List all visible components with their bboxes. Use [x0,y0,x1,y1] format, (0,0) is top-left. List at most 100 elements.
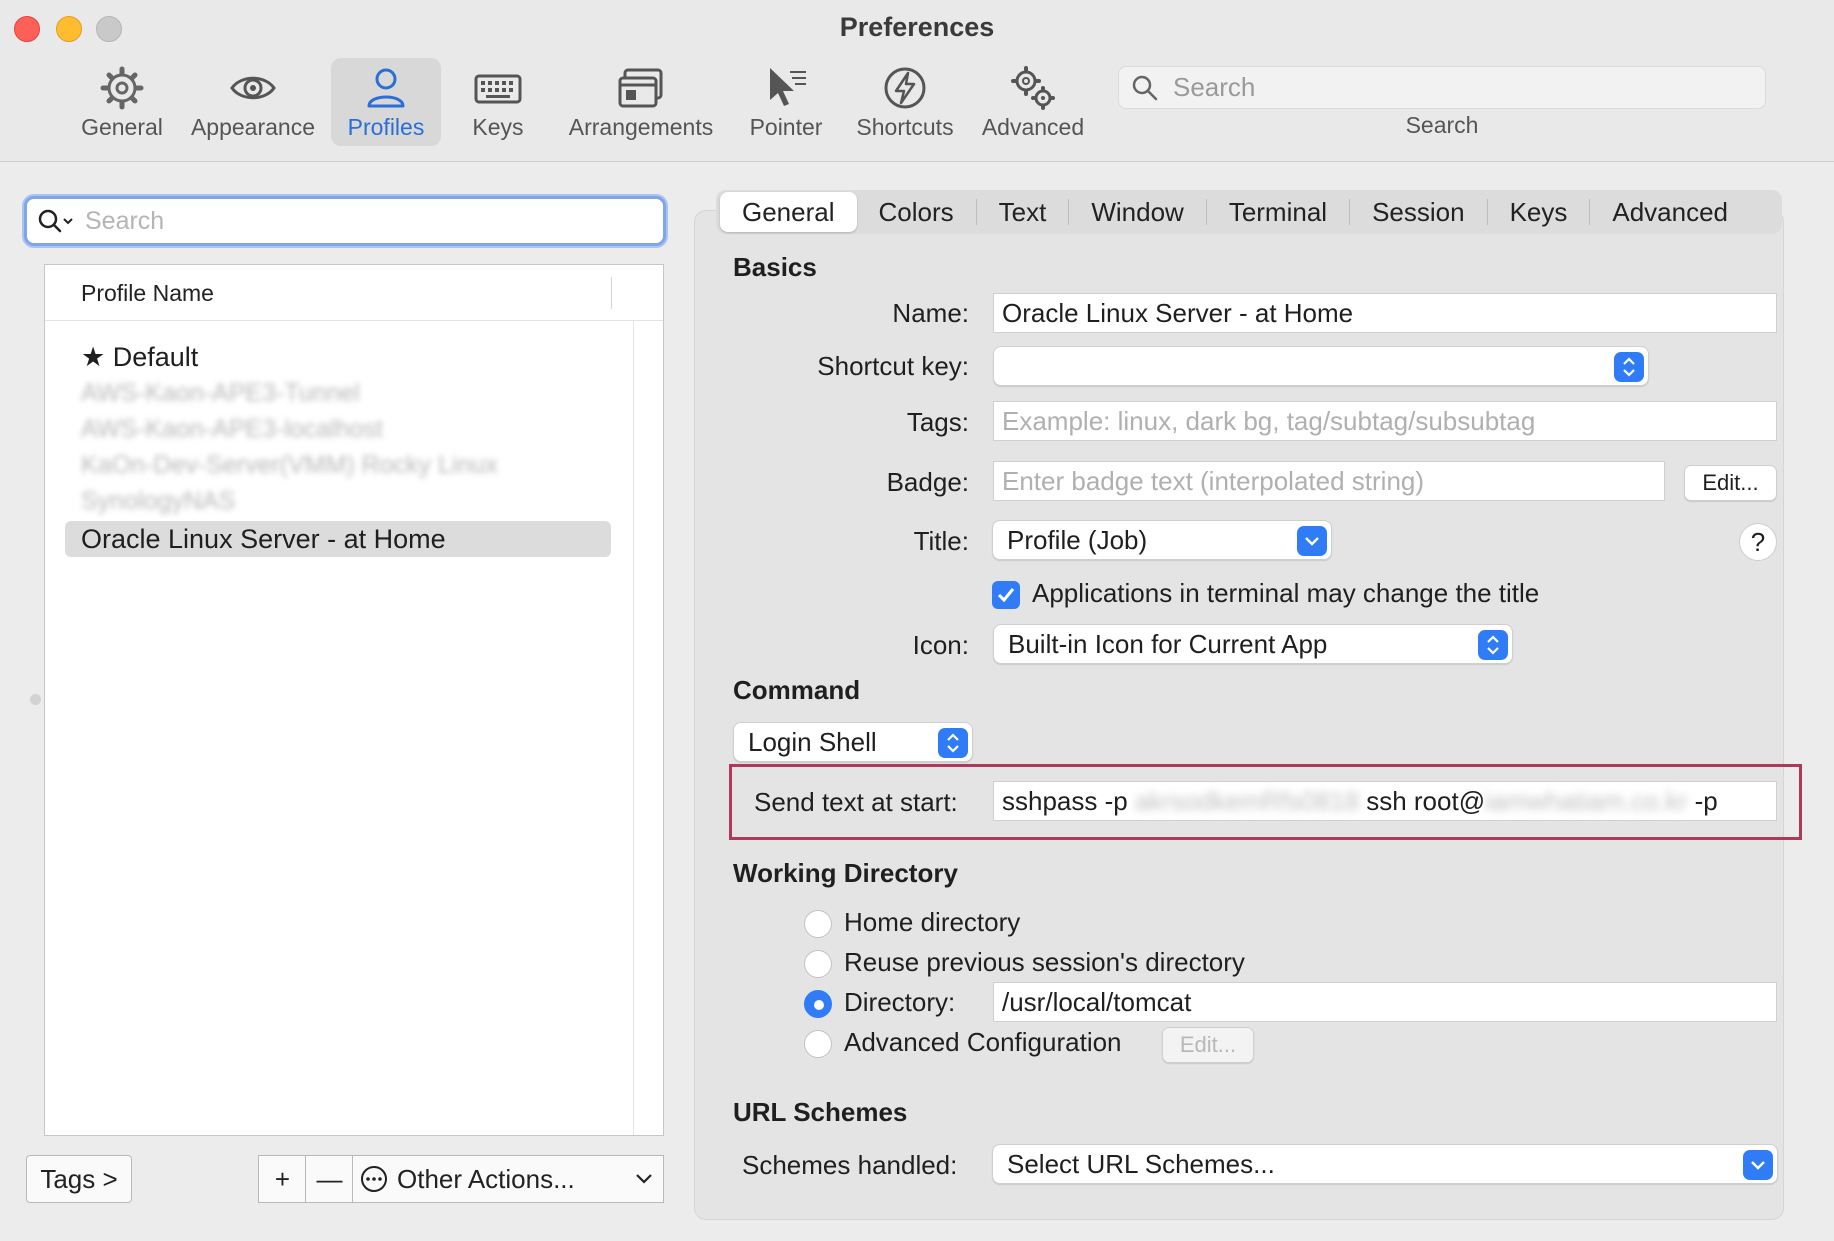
toolbar-general[interactable]: General [74,58,170,146]
remove-profile-button[interactable]: — [305,1155,353,1203]
url-schemes-value: Select URL Schemes... [1007,1149,1275,1179]
name-field[interactable]: Oracle Linux Server - at Home [993,293,1777,333]
badge-edit-button[interactable]: Edit... [1684,465,1777,501]
toolbar-keys[interactable]: Keys [458,58,538,146]
profile-item[interactable]: SynologyNAS [65,483,611,519]
radio-reuse-previous[interactable] [804,950,832,978]
shortcut-key-label: Shortcut key: [817,351,969,381]
toolbar-advanced[interactable]: Advanced [978,58,1088,146]
tab-keys[interactable]: Keys [1488,192,1590,232]
toolbar-pointer[interactable]: Pointer [740,58,832,146]
badge-field[interactable]: Enter badge text (interpolated string) [993,461,1665,501]
window-title: Preferences [839,12,995,42]
column-header-profile-name[interactable]: Profile Name [45,265,663,321]
profile-search-input[interactable] [85,206,645,236]
toolbar-search-input[interactable] [1173,72,1733,103]
checkmark-icon [997,588,1015,603]
radio-home-directory[interactable] [804,910,832,938]
profile-item-selected[interactable]: Oracle Linux Server - at Home [65,521,611,557]
send-text-host: iamwhatiam.co.kr [1485,786,1688,816]
add-profile-button[interactable]: + [258,1155,306,1203]
eye-icon [230,76,276,100]
tab-window[interactable]: Window [1069,192,1205,232]
help-button[interactable]: ? [1739,523,1777,561]
schemes-handled-label: Schemes handled: [742,1150,958,1180]
send-text-secret: akrsodkemRfs0818 [1134,786,1359,816]
radio-label: Reuse previous session's directory [844,947,1245,977]
send-text-label: Send text at start: [754,787,958,817]
apps-change-title-label: Applications in terminal may change the … [1032,578,1540,608]
toolbar-label: Advanced [981,114,1085,140]
keyboard-icon [474,74,522,104]
tab-text[interactable]: Text [977,192,1069,232]
tab-session[interactable]: Session [1350,192,1487,232]
tags-label: Tags: [906,407,969,437]
command-mode-value: Login Shell [748,727,877,757]
toolbar-appearance[interactable]: Appearance [186,58,320,146]
radio-label: Home directory [844,907,1021,937]
profile-item[interactable]: KaOn-Dev-Server(VMM) Rocky Linux [65,447,611,483]
icon-label: Icon: [912,630,969,660]
basics-heading: Basics [733,252,817,282]
toolbar-shortcuts[interactable]: Shortcuts [848,58,962,146]
icon-value: Built-in Icon for Current App [1008,629,1328,659]
stepper-icon [1614,352,1644,382]
stepper-icon [1478,630,1508,660]
ellipsis-circle-icon [361,1166,387,1192]
toolbar-label: Arrangements [568,114,714,140]
toolbar-search-field[interactable] [1118,66,1766,109]
search-icon [1132,75,1158,100]
toolbar-profiles[interactable]: Profiles [331,58,441,146]
toolbar-label: Appearance [190,114,316,140]
profile-list: Profile Name ★ Default AWS-Kaon-APE3-Tun… [44,264,664,1136]
radio-advanced-config[interactable] [804,1030,832,1058]
star-icon: ★ [81,342,113,372]
title-value: Profile (Job) [1007,525,1148,555]
url-schemes-popup[interactable]: Select URL Schemes... [992,1144,1778,1184]
shortcut-key-popup[interactable] [993,346,1649,386]
column-header-label: Profile Name [81,280,214,306]
toolbar-label: Keys [472,114,524,140]
profile-search-field[interactable] [24,196,666,246]
profile-item-default[interactable]: ★ Default [65,339,611,375]
tab-general[interactable]: General [720,192,857,232]
tab-colors[interactable]: Colors [857,192,976,232]
gear-icon [100,66,144,110]
working-directory-heading: Working Directory [733,858,958,888]
toolbar-arrangements[interactable]: Arrangements [564,58,718,146]
preferences-window: Preferences General Appearance Profiles … [0,0,1834,1241]
title-label: Title: [913,526,969,556]
toolbar-search-label: Search [1405,112,1479,138]
toolbar-label: Profiles [347,114,425,140]
title-popup[interactable]: Profile (Job) [992,520,1332,560]
radio-label: Directory: [844,987,956,1017]
tab-terminal[interactable]: Terminal [1207,192,1349,232]
other-actions-menu[interactable]: Other Actions... [352,1155,664,1203]
toolbar-label: Pointer [749,114,823,140]
send-text-field[interactable]: sshpass -p akrsodkemRfs0818 ssh root@iam… [993,781,1777,821]
name-label: Name: [892,298,969,328]
profile-item[interactable]: AWS-Kaon-APE3-Tunnel [65,375,611,411]
chevron-down-icon [1743,1150,1773,1180]
icon-popup[interactable]: Built-in Icon for Current App [993,624,1513,664]
url-schemes-heading: URL Schemes [733,1097,908,1127]
badge-label: Badge: [886,467,969,497]
stepper-icon [938,728,968,758]
tab-advanced[interactable]: Advanced [1590,192,1750,232]
toolbar-label: General [81,114,163,140]
advanced-config-edit-button[interactable]: Edit... [1162,1027,1254,1063]
pointer-icon [770,68,806,106]
directory-field[interactable]: /usr/local/tomcat [993,982,1777,1022]
lightning-icon [884,67,926,109]
tags-field[interactable]: Example: linux, dark bg, tag/subtag/subs… [993,401,1777,441]
column-divider [633,321,634,1135]
profile-name: Default [112,342,199,372]
column-separator [611,277,612,309]
person-icon [367,68,405,108]
command-mode-popup[interactable]: Login Shell [733,722,973,762]
radio-directory[interactable] [804,990,832,1018]
toolbar-label: Shortcuts [856,114,954,140]
tags-button[interactable]: Tags > [26,1155,132,1203]
profile-item[interactable]: AWS-Kaon-APE3-localhost [65,411,611,447]
apps-change-title-checkbox[interactable] [992,581,1020,609]
